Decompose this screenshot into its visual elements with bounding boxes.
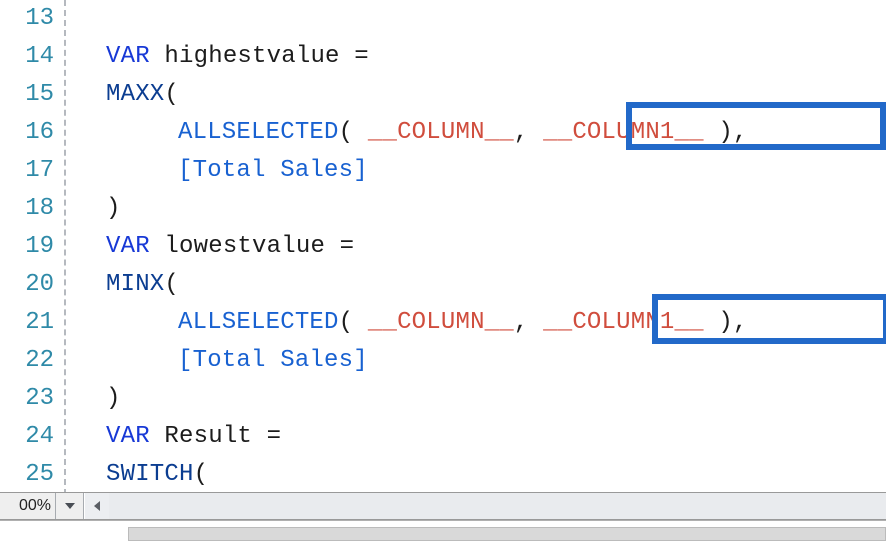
horizontal-scrollbar[interactable]	[84, 493, 886, 519]
code-line[interactable]: MINX(	[66, 266, 886, 304]
token-fn-call: SWITCH	[106, 461, 194, 488]
token-fn-call2: ALLSELECTED	[178, 119, 339, 146]
token-kw-var: VAR	[106, 423, 150, 450]
line-number: 17	[0, 152, 64, 190]
line-number: 19	[0, 228, 64, 266]
line-number: 21	[0, 304, 64, 342]
token-punct: =	[354, 43, 369, 70]
token-punct: =	[340, 233, 355, 260]
scroll-left-button[interactable]	[85, 493, 109, 519]
token-ident: highestvalue	[164, 43, 339, 70]
code-line[interactable]: [Total Sales]	[66, 342, 886, 380]
code-line[interactable]: VAR lowestvalue =	[66, 228, 886, 266]
scrollbar-track[interactable]	[109, 493, 886, 519]
token-punct: ,	[514, 309, 543, 336]
token-punct: (	[194, 461, 209, 488]
line-number: 16	[0, 114, 64, 152]
token-punct	[150, 233, 165, 260]
code-editor[interactable]: 13141516171819202122232425 VAR highestva…	[0, 0, 886, 495]
token-punct: ,	[514, 119, 543, 146]
token-punct: =	[267, 423, 282, 450]
token-fn-call: MAXX	[106, 81, 164, 108]
code-line[interactable]: )	[66, 190, 886, 228]
token-punct	[252, 423, 267, 450]
token-fn-call2: ALLSELECTED	[178, 309, 339, 336]
line-number: 20	[0, 266, 64, 304]
line-number: 22	[0, 342, 64, 380]
code-line[interactable]: [Total Sales]	[66, 152, 886, 190]
token-param: __COLUMN1__	[543, 309, 704, 336]
line-number: 18	[0, 190, 64, 228]
line-number: 15	[0, 76, 64, 114]
code-line[interactable]: MAXX(	[66, 76, 886, 114]
zoom-level-label: 00%	[0, 493, 56, 519]
token-punct	[150, 43, 165, 70]
token-bracket: [Total Sales]	[178, 157, 368, 184]
token-punct: (	[164, 271, 179, 298]
code-line[interactable]: ALLSELECTED( __COLUMN__, __COLUMN1__ ),	[66, 304, 886, 342]
code-area[interactable]: VAR highestvalue =MAXX(ALLSELECTED( __CO…	[66, 0, 886, 495]
token-punct: ),	[704, 119, 748, 146]
line-number: 24	[0, 418, 64, 456]
line-number-gutter: 13141516171819202122232425	[0, 0, 66, 495]
line-number: 23	[0, 380, 64, 418]
code-line[interactable]: )	[66, 380, 886, 418]
token-bracket: [Total Sales]	[178, 347, 368, 374]
line-number: 13	[0, 0, 64, 38]
code-line[interactable]	[66, 0, 886, 38]
code-line[interactable]: ALLSELECTED( __COLUMN__, __COLUMN1__ ),	[66, 114, 886, 152]
token-punct: )	[106, 385, 121, 412]
token-punct: (	[339, 119, 368, 146]
token-param: __COLUMN__	[368, 119, 514, 146]
code-line[interactable]: VAR Result =	[66, 418, 886, 456]
token-kw-var: VAR	[106, 233, 150, 260]
token-punct: )	[106, 195, 121, 222]
token-punct	[325, 233, 340, 260]
token-punct	[340, 43, 355, 70]
token-param: __COLUMN1__	[543, 119, 704, 146]
token-ident: lowestvalue	[164, 233, 325, 260]
token-punct: (	[164, 81, 179, 108]
token-punct: ),	[704, 309, 748, 336]
token-punct	[150, 423, 165, 450]
code-line[interactable]: VAR highestvalue =	[66, 38, 886, 76]
triangle-left-icon	[92, 501, 102, 511]
status-bar: 00%	[0, 492, 886, 520]
token-punct: (	[339, 309, 368, 336]
token-param: __COLUMN__	[368, 309, 514, 336]
zoom-dropdown-button[interactable]	[56, 493, 84, 519]
line-number: 25	[0, 456, 64, 494]
bottom-edge-strip	[0, 520, 886, 540]
token-ident: Result	[164, 423, 252, 450]
line-number: 14	[0, 38, 64, 76]
token-fn-call: MINX	[106, 271, 164, 298]
chevron-down-icon	[64, 500, 76, 512]
token-kw-var: VAR	[106, 43, 150, 70]
code-line[interactable]: SWITCH(	[66, 456, 886, 494]
